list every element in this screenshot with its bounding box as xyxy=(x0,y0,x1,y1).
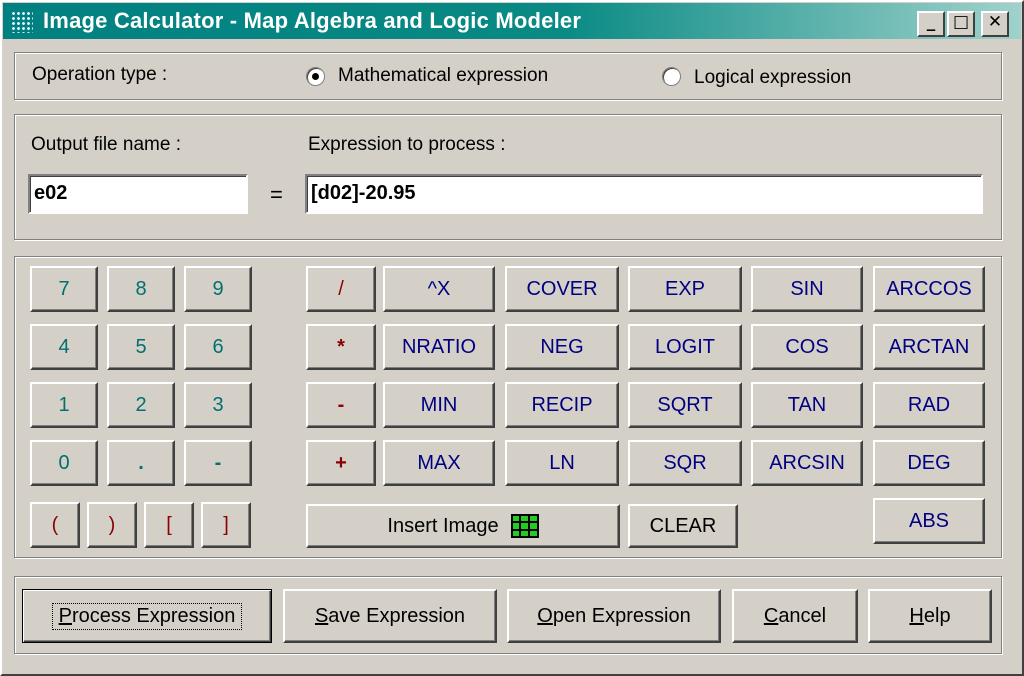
fn-sin[interactable]: SIN xyxy=(751,266,863,312)
key-1[interactable]: 1 xyxy=(30,382,98,428)
expression-label: Expression to process : xyxy=(308,134,506,155)
radio-selected-dot xyxy=(312,73,319,80)
fn-arcsin[interactable]: ARCSIN xyxy=(751,440,863,486)
save-expression-button[interactable]: Save Expression xyxy=(283,589,497,643)
key-0[interactable]: 0 xyxy=(30,440,98,486)
help-button[interactable]: Help xyxy=(868,589,992,643)
open-expression-label: Open Expression xyxy=(537,604,691,627)
raster-grid-icon xyxy=(510,514,539,538)
minimize-icon: _ xyxy=(926,12,936,32)
fn-ln[interactable]: LN xyxy=(505,440,619,486)
key-decimal[interactable]: . xyxy=(107,440,175,486)
key-9[interactable]: 9 xyxy=(184,266,252,312)
radio-mathematical[interactable] xyxy=(306,67,325,86)
window-title: Image Calculator - Map Algebra and Logic… xyxy=(43,8,582,33)
key-6[interactable]: 6 xyxy=(184,324,252,370)
key-3[interactable]: 3 xyxy=(184,382,252,428)
op-divide[interactable]: / xyxy=(306,266,376,312)
cancel-label: Cancel xyxy=(763,604,827,627)
process-expression-button[interactable]: Process Expression xyxy=(22,589,272,643)
key-open-paren[interactable]: ( xyxy=(30,502,80,548)
fn-arctan[interactable]: ARCTAN xyxy=(873,324,985,370)
key-open-bracket[interactable]: [ xyxy=(144,502,194,548)
key-2[interactable]: 2 xyxy=(107,382,175,428)
save-expression-label: Save Expression xyxy=(314,604,466,627)
expression-input[interactable]: [d02]-20.95 xyxy=(305,174,983,214)
radio-mathematical-label[interactable]: Mathematical expression xyxy=(338,65,548,87)
fn-logit[interactable]: LOGIT xyxy=(628,324,742,370)
fn-neg[interactable]: NEG xyxy=(505,324,619,370)
title-bar[interactable]: Image Calculator - Map Algebra and Logic… xyxy=(3,3,1021,39)
process-expression-label: Process Expression xyxy=(51,602,243,630)
fn-sqr[interactable]: SQR xyxy=(628,440,742,486)
key-negative[interactable]: - xyxy=(184,440,252,486)
fn-deg[interactable]: DEG xyxy=(873,440,985,486)
key-4[interactable]: 4 xyxy=(30,324,98,370)
radio-logical-label[interactable]: Logical expression xyxy=(694,67,851,89)
key-7[interactable]: 7 xyxy=(30,266,98,312)
radio-logical[interactable] xyxy=(662,67,681,86)
op-subtract[interactable]: - xyxy=(306,382,376,428)
key-close-paren[interactable]: ) xyxy=(87,502,137,548)
fn-sqrt[interactable]: SQRT xyxy=(628,382,742,428)
fn-tan[interactable]: TAN xyxy=(751,382,863,428)
key-8[interactable]: 8 xyxy=(107,266,175,312)
key-5[interactable]: 5 xyxy=(107,324,175,370)
fn-nratio[interactable]: NRATIO xyxy=(383,324,495,370)
maximize-button[interactable]: □ xyxy=(947,11,975,37)
fn-exp[interactable]: EXP xyxy=(628,266,742,312)
fn-rad[interactable]: RAD xyxy=(873,382,985,428)
output-file-label: Output file name : xyxy=(31,134,181,155)
fn-min[interactable]: MIN xyxy=(383,382,495,428)
fn-max[interactable]: MAX xyxy=(383,440,495,486)
output-file-input[interactable]: e02 xyxy=(28,174,248,214)
key-close-bracket[interactable]: ] xyxy=(201,502,251,548)
op-multiply[interactable]: * xyxy=(306,324,376,370)
clear-button[interactable]: CLEAR xyxy=(628,504,738,548)
fn-recip[interactable]: RECIP xyxy=(505,382,619,428)
maximize-icon: □ xyxy=(952,12,970,32)
fn-power[interactable]: ^X xyxy=(383,266,495,312)
close-icon: ✕ xyxy=(987,12,1003,32)
close-button[interactable]: ✕ xyxy=(981,11,1009,37)
insert-image-button[interactable]: Insert Image xyxy=(306,504,620,548)
help-label: Help xyxy=(909,604,951,627)
fn-cos[interactable]: COS xyxy=(751,324,863,370)
fn-abs[interactable]: ABS xyxy=(873,498,985,544)
fn-cover[interactable]: COVER xyxy=(505,266,619,312)
op-add[interactable]: + xyxy=(306,440,376,486)
open-expression-button[interactable]: Open Expression xyxy=(507,589,721,643)
equals-sign: = xyxy=(270,182,283,207)
cancel-button[interactable]: Cancel xyxy=(732,589,858,643)
fn-arccos[interactable]: ARCCOS xyxy=(873,266,985,312)
app-grid-icon xyxy=(11,11,33,33)
operation-type-label: Operation type : xyxy=(32,64,168,85)
insert-image-label: Insert Image xyxy=(387,514,499,537)
minimize-button[interactable]: _ xyxy=(917,11,945,37)
